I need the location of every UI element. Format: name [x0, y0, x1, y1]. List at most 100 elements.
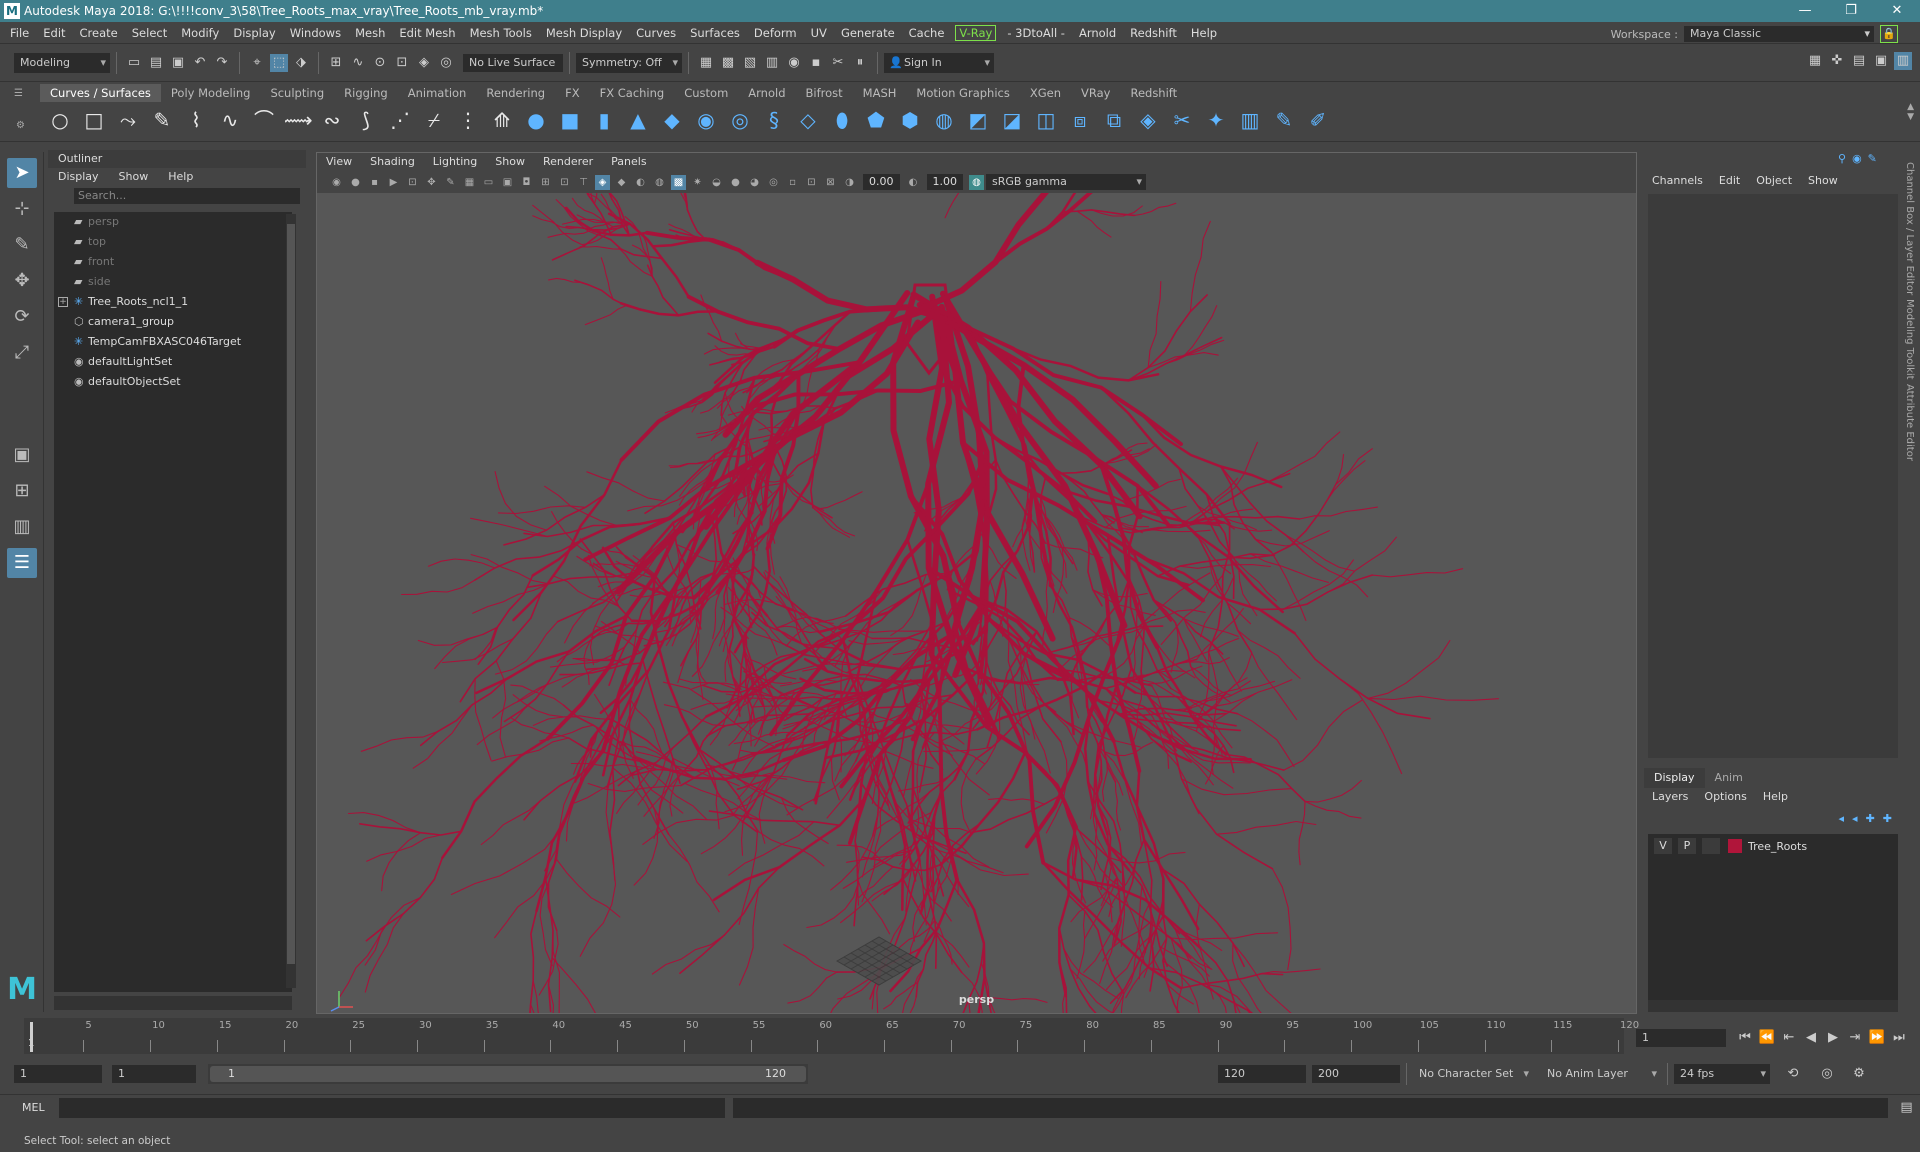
root-branch[interactable] [1083, 902, 1126, 973]
root-branch[interactable] [480, 800, 541, 846]
root-branch[interactable] [579, 245, 622, 250]
shelf-menu-icon[interactable]: ☰ [14, 88, 23, 99]
outliner-item[interactable]: ◉ defaultObjectSet [54, 372, 292, 392]
current-frame-marker[interactable] [30, 1022, 33, 1052]
bookmark-icon[interactable]: ● [348, 175, 363, 190]
cv-curve-icon[interactable]: ⤳ [114, 106, 142, 134]
live-surface-field[interactable]: No Live Surface [463, 53, 563, 72]
root-branch[interactable] [1268, 431, 1341, 483]
motion-blur-icon[interactable]: ◕ [747, 175, 762, 190]
outliner-item[interactable]: ▰ front [54, 252, 292, 272]
root-branch[interactable] [586, 471, 666, 502]
shelf-tab-curves-surfaces[interactable]: Curves / Surfaces [40, 84, 161, 102]
shelf-tab-motion-graphics[interactable]: Motion Graphics [906, 84, 1019, 102]
outliner-hscrollbar[interactable] [54, 996, 292, 1010]
root-branch[interactable] [381, 832, 422, 892]
outliner-item[interactable]: ▰ side [54, 272, 292, 292]
menu-modify[interactable]: Modify [174, 22, 226, 44]
planar-icon[interactable]: ◇ [794, 106, 822, 134]
root-branch[interactable] [944, 193, 969, 219]
root-branch[interactable] [1133, 202, 1177, 216]
four-view-layout-icon[interactable]: ⊞ [7, 476, 37, 506]
shadows-icon[interactable]: ◒ [709, 175, 724, 190]
go-to-start-icon[interactable]: ⏮ [1736, 1029, 1754, 1047]
root-branch[interactable] [1127, 336, 1223, 382]
snap-curve-icon[interactable]: ∿ [349, 54, 367, 72]
move-layer-down-icon[interactable]: ◂ [1852, 812, 1858, 825]
new-layer-selected-icon[interactable]: ✚ [1883, 812, 1892, 825]
shelf-tab-custom[interactable]: Custom [674, 84, 738, 102]
birail-icon[interactable]: ⬟ [862, 106, 890, 134]
grid-icon[interactable]: ▦ [462, 175, 477, 190]
root-branch[interactable] [1327, 536, 1397, 593]
shelf-tab-bifrost[interactable]: Bifrost [796, 84, 853, 102]
select-object-icon[interactable]: ⬚ [270, 53, 288, 72]
square-surface-icon[interactable]: ◩ [964, 106, 992, 134]
maximize-button[interactable]: ❐ [1828, 0, 1874, 22]
film-gate-icon[interactable]: ▭ [481, 175, 496, 190]
root-branch[interactable] [1371, 568, 1464, 578]
root-branch[interactable] [366, 834, 442, 862]
viewport-menu-show[interactable]: Show [486, 153, 534, 171]
shelf-tab-fx-caching[interactable]: FX Caching [590, 84, 675, 102]
open-scene-icon[interactable]: ▤ [147, 54, 165, 72]
step-forward-frame-icon[interactable]: ⇥ [1846, 1029, 1864, 1047]
save-scene-icon[interactable]: ▣ [169, 54, 187, 72]
menu-mesh-display[interactable]: Mesh Display [539, 22, 629, 44]
torus-icon[interactable]: ◉ [692, 106, 720, 134]
camera-lock-icon[interactable]: ⊡ [405, 175, 420, 190]
shelf-tab-redshift[interactable]: Redshift [1120, 84, 1187, 102]
root-branch[interactable] [757, 830, 825, 867]
outliner-item[interactable]: ▰ top [54, 232, 292, 252]
plane-icon[interactable]: ◆ [658, 106, 686, 134]
root-branch[interactable] [419, 677, 508, 747]
new-layer-icon[interactable]: ✚ [1866, 812, 1875, 825]
playback-start-field[interactable]: 1 [112, 1065, 196, 1083]
render-frame-icon[interactable]: ▩ [719, 54, 737, 72]
root-branch[interactable] [510, 684, 565, 706]
menu-file[interactable]: File [3, 22, 36, 44]
two-d-pan-icon[interactable]: ✥ [424, 175, 439, 190]
offset-icon[interactable]: ⟰ [488, 106, 516, 134]
outliner-item[interactable]: + ✳ Tree_Roots_ncl1_1 [54, 292, 292, 312]
viewport-panel[interactable]: View Shading Lighting Show Renderer Panels ◉ … [316, 152, 1637, 1014]
lasso-tool-icon[interactable]: ⊹ [7, 194, 37, 224]
root-branch[interactable] [1293, 632, 1431, 720]
wireframe-icon[interactable]: ◈ [595, 174, 610, 190]
layer-menu-layers[interactable]: Layers [1644, 788, 1696, 806]
vray-ipr-icon[interactable]: ✂ [829, 54, 847, 72]
anim-start-field[interactable]: 1 [14, 1065, 102, 1083]
root-branch[interactable] [960, 758, 977, 834]
menu-redshift[interactable]: Redshift [1123, 22, 1184, 44]
resolution-gate-icon[interactable]: ▣ [500, 175, 515, 190]
side-tab-channel-box-layer-editor[interactable]: Channel Box / Layer Editor [1904, 162, 1915, 295]
menu-generate[interactable]: Generate [834, 22, 902, 44]
layer-visibility-toggle[interactable]: V [1654, 838, 1672, 854]
menu-edit[interactable]: Edit [36, 22, 72, 44]
root-branch[interactable] [703, 347, 752, 355]
textured-icon[interactable]: ◍ [652, 175, 667, 190]
root-branch[interactable] [1106, 534, 1296, 635]
viewport-menu-lighting[interactable]: Lighting [424, 153, 486, 171]
loft-icon[interactable]: § [760, 106, 788, 134]
tool-settings-icon[interactable]: ▣ [1872, 52, 1890, 70]
outliner-item[interactable]: ▰ persp [54, 212, 292, 232]
extrude-icon[interactable]: ⬮ [828, 106, 856, 134]
current-frame-field[interactable]: 1 [1636, 1029, 1726, 1047]
grease-pencil-icon[interactable]: ✎ [443, 175, 458, 190]
root-branch[interactable] [1152, 599, 1224, 655]
shelf-tab-rendering[interactable]: Rendering [476, 84, 555, 102]
root-branch[interactable] [1212, 679, 1293, 723]
root-branch[interactable] [1302, 551, 1369, 598]
layer-row[interactable]: V P Tree_Roots [1648, 836, 1898, 856]
shelf-tab-sculpting[interactable]: Sculpting [260, 84, 334, 102]
root-branch[interactable] [708, 810, 841, 827]
menu-create[interactable]: Create [73, 22, 125, 44]
sign-in-dropdown[interactable]: 👤 Sign In [884, 52, 994, 73]
root-branch[interactable] [477, 574, 534, 665]
menu-select[interactable]: Select [125, 22, 174, 44]
root-branch[interactable] [1173, 746, 1274, 870]
shelf-tab-fx[interactable]: FX [555, 84, 590, 102]
root-branch[interactable] [1298, 800, 1306, 866]
root-branch[interactable] [1237, 629, 1301, 679]
